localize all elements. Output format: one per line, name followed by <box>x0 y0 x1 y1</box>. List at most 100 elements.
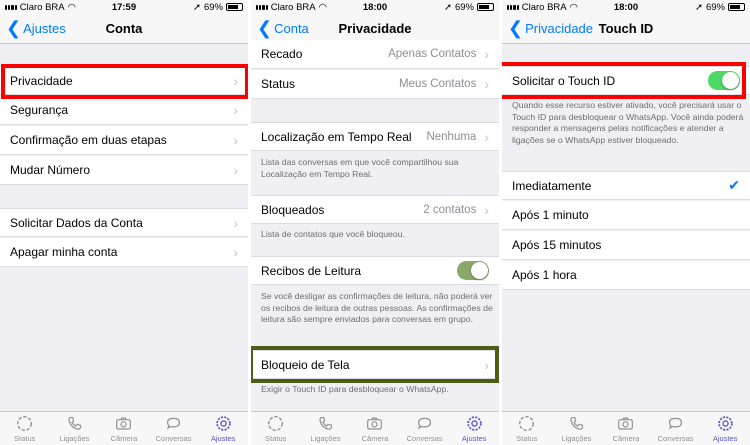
row-label: Localização em Tempo Real <box>261 129 412 144</box>
chevron-right-icon: › <box>484 128 489 145</box>
row-label: Mudar Número <box>10 163 91 177</box>
status-icon <box>17 416 33 431</box>
two-step-row[interactable]: Confirmação em duas etapas › <box>0 126 248 155</box>
tab-settings[interactable]: Ajustes <box>700 412 750 445</box>
gear-icon <box>215 416 231 431</box>
tab-settings[interactable]: Ajustes <box>449 412 499 445</box>
screen-conta: Claro BRA ◠ 17:59 ➚ 69% ❮ Ajustes Conta Pri… <box>0 0 248 445</box>
chevron-right-icon: › <box>233 244 238 260</box>
status-bar: Claro BRA ◠ 18:00 ➚ 69% <box>502 0 750 14</box>
tab-bar: Status Ligações Câmera Conversas Ajustes <box>0 411 248 445</box>
security-row[interactable]: Segurança › <box>0 96 248 125</box>
back-label: Conta <box>274 21 309 36</box>
row-label: Bloqueados <box>261 202 325 217</box>
last-seen-row[interactable]: Recado Apenas Contatos › <box>251 40 499 69</box>
battery-percent: 69% <box>454 1 474 13</box>
row-label: Recado <box>261 47 303 61</box>
time-label: 17:59 <box>111 1 137 13</box>
tab-label: Status <box>14 434 36 443</box>
checkmark-icon: ✔ <box>728 177 740 193</box>
request-data-row[interactable]: Solicitar Dados da Conta › <box>0 208 248 237</box>
option-label: Imediatamente <box>512 178 592 193</box>
status-privacy-row[interactable]: Status Meus Contatos › <box>251 70 499 99</box>
change-number-row[interactable]: Mudar Número › <box>0 156 248 185</box>
row-value: Apenas Contatos <box>388 48 477 60</box>
screen-lock-footer: Exigir o Touch ID para desbloquear o Wha… <box>261 384 449 394</box>
tab-label: Conversas <box>657 434 694 443</box>
tab-label: Conversas <box>406 434 443 443</box>
tab-label: Ajustes <box>712 434 738 443</box>
nav-bar: ❮ Privacidade Touch ID <box>502 14 750 44</box>
camera-icon <box>116 417 132 430</box>
chevron-right-icon: › <box>233 162 238 178</box>
battery-percent: 69% <box>203 1 223 13</box>
chevron-right-icon: › <box>233 214 238 231</box>
tab-calls[interactable]: Ligações <box>50 412 100 445</box>
live-location-row[interactable]: Localização em Tempo Real Nenhuma › <box>251 122 499 151</box>
tab-label: Status <box>516 434 538 443</box>
battery-icon <box>727 3 745 11</box>
signal-icon <box>5 4 17 10</box>
chats-icon <box>668 417 683 430</box>
chats-icon <box>166 417 181 430</box>
chevron-left-icon: ❮ <box>508 17 524 38</box>
row-value: Meus Contatos <box>398 78 477 90</box>
row-label: Status <box>261 77 296 91</box>
wifi-icon: ◠ <box>67 1 76 13</box>
tab-camera[interactable]: Câmera <box>99 412 149 445</box>
phone-icon <box>319 416 332 430</box>
phone-icon <box>68 416 81 430</box>
touch-id-footer: Quando esse recurso estiver ativado, voc… <box>512 100 744 145</box>
option-row[interactable]: Após 1 hora <box>502 261 750 290</box>
highlight-box <box>1 64 248 99</box>
row-value: 2 contatos <box>423 203 477 216</box>
back-label: Privacidade <box>525 21 594 36</box>
option-row[interactable]: Após 1 minuto <box>502 201 750 230</box>
tab-status[interactable]: Status <box>251 412 301 445</box>
row-label: Recibos de Leitura <box>261 263 362 278</box>
read-receipts-toggle[interactable] <box>457 261 489 280</box>
battery-icon <box>476 3 494 11</box>
back-label: Ajustes <box>23 21 66 36</box>
tab-label: Câmera <box>612 434 640 443</box>
wifi-icon: ◠ <box>569 1 578 13</box>
wifi-icon: ◠ <box>318 1 327 13</box>
back-button[interactable]: ❮ Ajustes <box>6 19 66 37</box>
tab-label: Câmera <box>110 434 138 443</box>
tab-chats[interactable]: Conversas <box>651 412 701 445</box>
chevron-right-icon: › <box>233 102 238 118</box>
battery-percent: 69% <box>705 1 725 13</box>
option-row[interactable]: Imediatamente ✔ <box>502 171 750 200</box>
blocked-row[interactable]: Bloqueados 2 contatos › <box>251 195 499 224</box>
status-bar: Claro BRA ◠ 17:59 ➚ 69% <box>0 0 248 14</box>
tab-label: Ligações <box>561 434 592 443</box>
back-button[interactable]: ❮ Conta <box>257 19 309 37</box>
option-label: Após 15 minutos <box>512 238 602 252</box>
option-row[interactable]: Após 15 minutos <box>502 231 750 260</box>
tab-label: Ligações <box>310 434 341 443</box>
delete-account-row[interactable]: Apagar minha conta › <box>0 238 248 267</box>
tab-status[interactable]: Status <box>0 412 50 445</box>
carrier-label: Claro BRA <box>19 1 65 13</box>
tab-status[interactable]: Status <box>502 412 552 445</box>
back-button[interactable]: ❮ Privacidade <box>508 17 594 38</box>
tab-label: Ajustes <box>210 434 236 443</box>
tab-camera[interactable]: Câmera <box>601 412 651 445</box>
chevron-right-icon: › <box>484 46 489 62</box>
highlight-box <box>502 62 746 99</box>
carrier-label: Claro BRA <box>521 1 567 13</box>
gear-icon <box>466 416 482 431</box>
blocked-footer: Lista de contatos que você bloqueou. <box>261 229 405 239</box>
option-label: Após 1 minuto <box>512 208 589 222</box>
screen-touch-id: Claro BRA ◠ 18:00 ➚ 69% ❮ Privacidade Touch… <box>502 0 750 445</box>
tab-calls[interactable]: Ligações <box>552 412 602 445</box>
tab-settings[interactable]: Ajustes <box>198 412 248 445</box>
tab-camera[interactable]: Câmera <box>350 412 400 445</box>
tab-chats[interactable]: Conversas <box>400 412 450 445</box>
nav-bar: ❮ Ajustes Conta <box>0 14 248 44</box>
read-receipts-footer: Se você desligar as confirmações de leit… <box>261 291 493 324</box>
tab-chats[interactable]: Conversas <box>149 412 199 445</box>
battery-icon <box>225 3 243 11</box>
tab-calls[interactable]: Ligações <box>301 412 351 445</box>
read-receipts-row: Recibos de Leitura <box>251 256 499 285</box>
